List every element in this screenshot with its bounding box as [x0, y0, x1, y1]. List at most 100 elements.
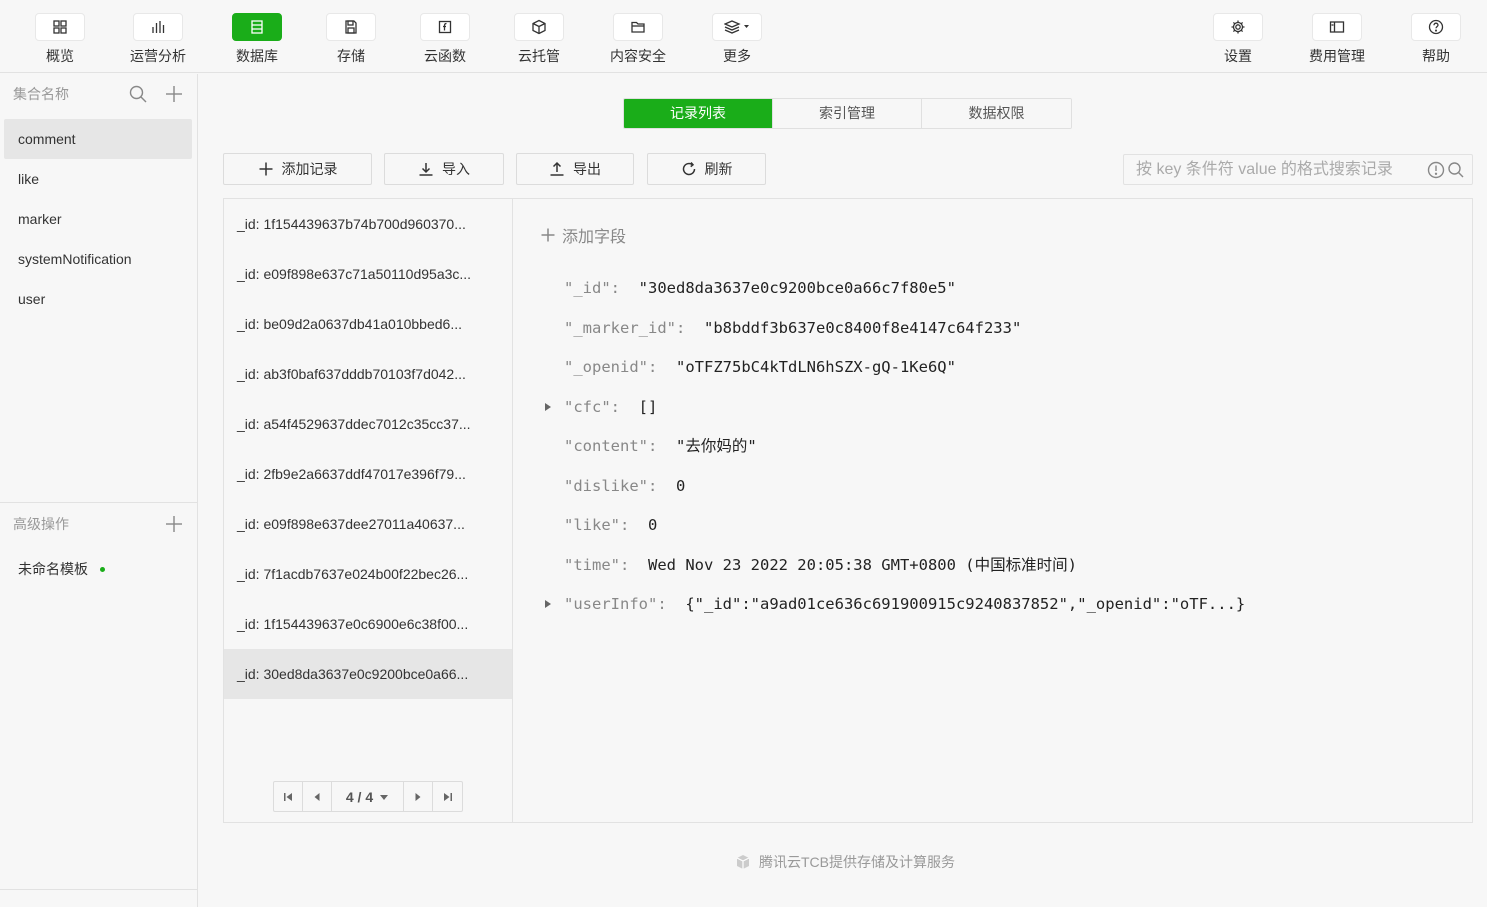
record-search — [1123, 154, 1473, 185]
collection-item-marker[interactable]: marker — [4, 199, 192, 239]
cube-icon — [514, 13, 564, 41]
export-label: 导出 — [573, 161, 601, 177]
record-item[interactable]: _id: be09d2a0637db41a010bbed6... — [224, 299, 512, 349]
refresh-label: 刷新 — [704, 161, 733, 177]
first-page-icon — [284, 792, 292, 801]
plus-icon — [541, 228, 555, 242]
import-button[interactable]: 导入 — [384, 153, 504, 185]
bar-chart-icon — [133, 13, 183, 41]
last-page-button[interactable] — [433, 782, 462, 811]
record-item[interactable]: _id: a54f4529637ddec7012c35cc37... — [224, 399, 512, 449]
chevron-down-icon — [380, 794, 389, 800]
field-value: "b8bddf3b637e0c8400f8e4147c64f233" — [704, 319, 1022, 337]
first-page-button[interactable] — [274, 782, 303, 811]
document-field[interactable]: "dislike": 0 — [564, 474, 685, 498]
record-list: _id: 1f154439637b74b700d960370... _id: e… — [224, 199, 513, 822]
toolbar-label: 费用管理 — [1309, 48, 1365, 64]
tab-data-permission[interactable]: 数据权限 — [922, 99, 1071, 128]
toolbar-cloudhost-button[interactable]: 云托管 — [489, 0, 589, 73]
records-panel: _id: 1f154439637b74b700d960370... _id: e… — [223, 198, 1473, 823]
sidebar-divider — [0, 889, 198, 890]
layers-icon — [712, 13, 762, 41]
field-key: "_marker_id": — [564, 319, 686, 337]
folder-icon — [613, 13, 663, 41]
toolbar-label: 内容安全 — [610, 48, 666, 64]
record-item[interactable]: _id: 2fb9e2a6637ddf47017e396f79... — [224, 449, 512, 499]
toolbar-content-security-button[interactable]: 内容安全 — [588, 0, 688, 73]
add-template-icon[interactable] — [164, 514, 184, 534]
add-record-label: 添加记录 — [281, 161, 338, 177]
status-dot — [100, 566, 105, 572]
advanced-header: 高级操作 — [0, 504, 198, 544]
template-name: 未命名模板 — [18, 561, 88, 577]
document-viewer: 添加字段 "_id": "30ed8da3637e0c9200bce0a66c7… — [514, 199, 1472, 822]
collection-sidebar: 集合名称 comment like marker systemNotificat… — [0, 74, 198, 907]
footer-text: 腾讯云TCB提供存储及计算服务 — [759, 854, 955, 870]
toolbar-overview-button[interactable]: 概览 — [10, 0, 110, 73]
refresh-icon — [682, 162, 695, 176]
tab-record-list[interactable]: 记录列表 — [624, 99, 773, 128]
field-key: "content": — [564, 437, 658, 455]
info-icon[interactable] — [1427, 161, 1445, 179]
toolbar-more-button[interactable]: 更多 — [687, 0, 787, 73]
document-field[interactable]: "content": "去你妈的" — [564, 434, 757, 458]
record-item-selected[interactable]: _id: 30ed8da3637e0c9200bce0a66... — [224, 649, 512, 699]
toolbar-label: 帮助 — [1422, 48, 1450, 64]
add-record-button[interactable]: 添加记录 — [223, 153, 372, 185]
document-field[interactable]: "userInfo": {"_id":"a9ad01ce636c69190091… — [564, 592, 1245, 616]
record-search-input[interactable] — [1124, 155, 1424, 184]
toolbar-help-button[interactable]: 帮助 — [1386, 0, 1486, 73]
collection-item-user[interactable]: user — [4, 279, 192, 319]
template-item[interactable]: 未命名模板 — [18, 559, 105, 579]
search-icon[interactable] — [128, 84, 148, 104]
field-value: {"_id":"a9ad01ce636c691900915c9240837852… — [685, 595, 1246, 613]
document-field[interactable]: "_openid": "oTFZ75bC4kTdLN6hSZX-gQ-1Ke6Q… — [564, 355, 956, 379]
add-collection-icon[interactable] — [164, 84, 184, 104]
document-field[interactable]: "cfc": [] — [564, 395, 657, 419]
record-tabs: 记录列表 索引管理 数据权限 — [623, 98, 1072, 129]
tab-index-management[interactable]: 索引管理 — [773, 99, 922, 128]
grid-icon — [35, 13, 85, 41]
collections-header-label: 集合名称 — [13, 86, 69, 102]
toolbar-label: 概览 — [46, 48, 74, 64]
export-button[interactable]: 导出 — [516, 153, 634, 185]
toolbar-analytics-button[interactable]: 运营分析 — [108, 0, 208, 73]
page-select[interactable]: 4 / 4 — [332, 782, 404, 811]
prev-page-button[interactable] — [303, 782, 332, 811]
document-field[interactable]: "time": Wed Nov 23 2022 20:05:38 GMT+080… — [564, 553, 1077, 577]
field-key: "userInfo": — [564, 595, 667, 613]
toolbar-storage-button[interactable]: 存储 — [301, 0, 401, 73]
document-field[interactable]: "_marker_id": "b8bddf3b637e0c8400f8e4147… — [564, 316, 1021, 340]
collection-item-systemnotification[interactable]: systemNotification — [4, 239, 192, 279]
add-field-button[interactable]: 添加字段 — [540, 223, 626, 247]
upload-icon — [550, 161, 564, 176]
record-item[interactable]: _id: e09f898e637dee27011a40637... — [224, 499, 512, 549]
record-item[interactable]: _id: 7f1acdb7637e024b00f22bec26... — [224, 549, 512, 599]
search-icon[interactable] — [1447, 161, 1465, 179]
toolbar-billing-button[interactable]: 费用管理 — [1287, 0, 1387, 73]
document-field[interactable]: "_id": "30ed8da3637e0c9200bce0a66c7f80e5… — [564, 276, 956, 300]
next-page-button[interactable] — [404, 782, 433, 811]
prev-page-icon — [314, 792, 320, 801]
import-label: 导入 — [442, 161, 470, 177]
expand-caret-icon[interactable] — [544, 395, 554, 419]
record-item[interactable]: _id: 1f154439637b74b700d960370... — [224, 199, 512, 249]
collection-item-like[interactable]: like — [4, 159, 192, 199]
expand-caret-icon[interactable] — [544, 592, 554, 616]
add-field-label: 添加字段 — [562, 229, 627, 246]
document-field[interactable]: "like": 0 — [564, 513, 657, 537]
toolbar-label: 云函数 — [424, 48, 466, 64]
toolbar-functions-button[interactable]: 云函数 — [395, 0, 495, 73]
advanced-header-label: 高级操作 — [13, 516, 69, 532]
refresh-button[interactable]: 刷新 — [647, 153, 766, 185]
record-item[interactable]: _id: e09f898e637c71a50110d95a3c... — [224, 249, 512, 299]
field-key: "dislike": — [564, 477, 658, 495]
toolbar-settings-button[interactable]: 设置 — [1188, 0, 1288, 73]
toolbar-database-button[interactable]: 数据库 — [207, 0, 307, 73]
record-item[interactable]: _id: 1f154439637e0c6900e6c38f00... — [224, 599, 512, 649]
record-item[interactable]: _id: ab3f0baf637dddb70103f7d042... — [224, 349, 512, 399]
collection-item-comment[interactable]: comment — [4, 119, 192, 159]
toolbar-label: 云托管 — [518, 48, 560, 64]
floppy-icon — [326, 13, 376, 41]
download-icon — [419, 163, 433, 176]
